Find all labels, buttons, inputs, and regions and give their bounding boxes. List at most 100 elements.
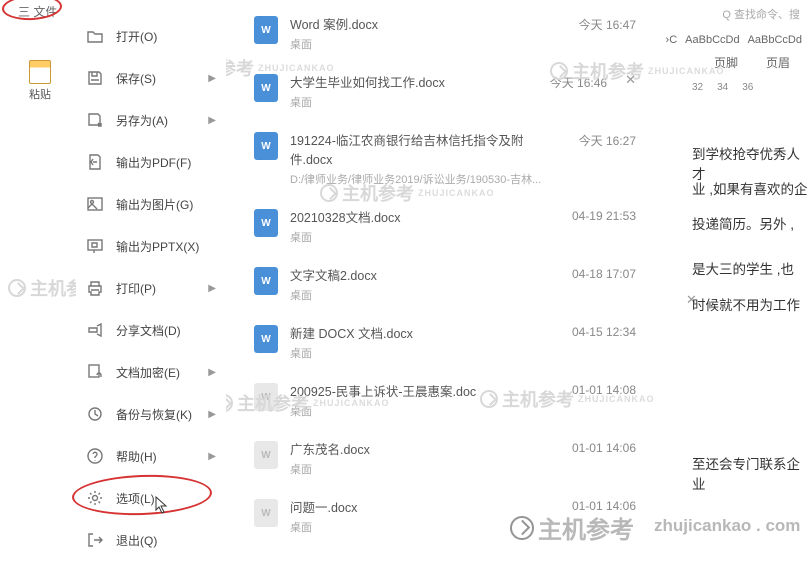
- style-gallery[interactable]: ›C AaBbCcDd AaBbCcDd: [666, 34, 802, 46]
- file-date: 04-19 21:53: [572, 209, 636, 223]
- image-icon: [86, 195, 104, 213]
- menu-encrypt[interactable]: 文档加密(E) ▶: [76, 351, 226, 393]
- menu-label: 备份与恢复(K): [116, 406, 192, 423]
- document-text: 是大三的学生 ,也✕: [692, 260, 794, 280]
- file-name: 新建 DOCX 文档.docx: [290, 323, 552, 342]
- paste-button[interactable]: 粘贴: [29, 60, 51, 102]
- menu-label: 分享文档(D): [116, 322, 181, 339]
- menu-options[interactable]: 选项(L): [76, 477, 226, 519]
- file-date: 04-18 17:07: [572, 267, 636, 281]
- file-name: 200925-民事上诉状-王晨惠案.doc: [290, 381, 552, 400]
- file-path: 桌面: [290, 36, 559, 52]
- document-text: 时候就不用为工作: [692, 296, 800, 316]
- file-item[interactable]: W 20210328文档.docx桌面 04-19 21:53: [250, 197, 640, 255]
- menu-label: 另存为(A): [116, 112, 168, 129]
- file-path: 桌面: [290, 345, 552, 361]
- chevron-right-icon: ▶: [208, 409, 216, 420]
- search-input[interactable]: Q 查找命令、搜: [722, 6, 800, 22]
- menu-print[interactable]: 打印(P) ▶: [76, 267, 226, 309]
- menu-export-image[interactable]: 输出为图片(G): [76, 183, 226, 225]
- close-icon[interactable]: ✕: [625, 72, 636, 88]
- ruler-tick: 34: [717, 82, 728, 93]
- file-item[interactable]: W 新建 DOCX 文档.docx 桌面 04-15 12:34: [250, 313, 640, 371]
- file-path: D:/律师业务/律师业务2019/诉讼业务/190530-吉林...: [290, 171, 559, 187]
- menu-label: 输出为PDF(F): [116, 154, 191, 171]
- paste-label: 粘贴: [29, 86, 51, 102]
- saveas-icon: [86, 111, 104, 129]
- file-date: 01-01 14:06: [572, 499, 636, 513]
- ruler-tick: 32: [692, 82, 703, 93]
- file-name: 191224-临江农商银行给吉林信托指令及附件.docx: [290, 130, 559, 168]
- file-name: 问题一.docx: [290, 497, 552, 516]
- menu-label: 打开(O): [116, 28, 157, 45]
- file-name: 文字文稿2.docx: [290, 265, 552, 284]
- style-label: 页脚: [714, 54, 738, 71]
- chevron-right-icon: ▶: [208, 367, 216, 378]
- menu-label: 打印(P): [116, 280, 156, 297]
- docx-icon: W: [254, 132, 278, 160]
- file-item[interactable]: W 广东茂名.docx桌面 01-01 14:06: [250, 429, 640, 487]
- pdf-icon: [86, 153, 104, 171]
- menu-exit[interactable]: 退出(Q): [76, 519, 226, 561]
- menu-export-pdf[interactable]: 输出为PDF(F): [76, 141, 226, 183]
- menu-saveas[interactable]: 另存为(A) ▶: [76, 99, 226, 141]
- style-preview[interactable]: AaBbCcDd: [685, 34, 739, 46]
- menu-backup[interactable]: 备份与恢复(K) ▶: [76, 393, 226, 435]
- docx-icon: W: [254, 325, 278, 353]
- style-preview[interactable]: ›C: [666, 34, 678, 46]
- cursor-pointer-icon: [154, 495, 170, 515]
- menu-label: 选项(L): [116, 490, 155, 507]
- file-item[interactable]: W 200925-民事上诉状-王晨惠案.doc 桌面 01-01 14:08: [250, 371, 640, 429]
- file-name: Word 案例.docx: [290, 14, 559, 33]
- exit-icon: [86, 531, 104, 549]
- menu-label: 退出(Q): [116, 532, 157, 549]
- file-date: 今天 16:27: [579, 132, 636, 149]
- docx-icon: W: [254, 74, 278, 102]
- menu-help[interactable]: 帮助(H) ▶: [76, 435, 226, 477]
- file-date: 04-15 12:34: [572, 325, 636, 339]
- style-preview[interactable]: AaBbCcDd: [748, 34, 802, 46]
- toolbar-left: 粘贴: [4, 48, 76, 102]
- file-path: 桌面: [290, 287, 552, 303]
- save-icon: [86, 69, 104, 87]
- file-item[interactable]: W 大学生毕业如何找工作.docx桌面 今天 16:46✕: [250, 62, 640, 120]
- recent-files-list: W Word 案例.docx桌面 今天 16:47 W 大学生毕业如何找工作.d…: [250, 4, 640, 545]
- document-text: 投递简历。另外 ,: [692, 215, 794, 235]
- file-path: 桌面: [290, 461, 552, 477]
- file-item[interactable]: W 文字文稿2.docx 桌面 04-18 17:07: [250, 255, 640, 313]
- ruler-tick: 36: [742, 82, 753, 93]
- file-date: 今天 16:47: [579, 16, 636, 33]
- menu-label: 文档加密(E): [116, 364, 180, 381]
- file-path: 桌面: [290, 229, 552, 245]
- menu-label: 输出为图片(G): [116, 196, 193, 213]
- file-path: 桌面: [290, 403, 552, 419]
- file-item[interactable]: W 191224-临江农商银行给吉林信托指令及附件.docx D:/律师业务/律师…: [250, 120, 640, 197]
- file-item[interactable]: W Word 案例.docx 桌面 今天 16:47: [250, 4, 640, 62]
- docx-icon: W: [254, 16, 278, 44]
- menu-label: 帮助(H): [116, 448, 157, 465]
- print-icon: [86, 279, 104, 297]
- backup-icon: [86, 405, 104, 423]
- file-path: 桌面: [290, 519, 552, 535]
- help-icon: [86, 447, 104, 465]
- docx-icon: W: [254, 267, 278, 295]
- menu-open[interactable]: 打开(O): [76, 15, 226, 57]
- file-path: 桌面: [290, 94, 530, 110]
- file-date: 01-01 14:08: [572, 383, 636, 397]
- doc-icon: W: [254, 441, 278, 469]
- lock-icon: [86, 363, 104, 381]
- file-item[interactable]: W 问题一.docx 桌面 01-01 14:06: [250, 487, 640, 545]
- file-name: 广东茂名.docx: [290, 439, 552, 458]
- menu-save[interactable]: 保存(S) ▶: [76, 57, 226, 99]
- doc-icon: W: [254, 383, 278, 411]
- share-icon: [86, 321, 104, 339]
- file-date: 今天 16:46: [550, 74, 607, 91]
- chevron-right-icon: ▶: [208, 451, 216, 462]
- file-menu-panel: 打开(O) 保存(S) ▶ 另存为(A) ▶ 输出为PDF(F) 输出为图片(G…: [76, 15, 226, 561]
- gear-icon: [86, 489, 104, 507]
- menu-export-pptx[interactable]: 输出为PPTX(X): [76, 225, 226, 267]
- menu-label: 输出为PPTX(X): [116, 238, 199, 255]
- menu-share[interactable]: 分享文档(D): [76, 309, 226, 351]
- doc-icon: W: [254, 499, 278, 527]
- ruler: 32 34 36: [692, 82, 753, 93]
